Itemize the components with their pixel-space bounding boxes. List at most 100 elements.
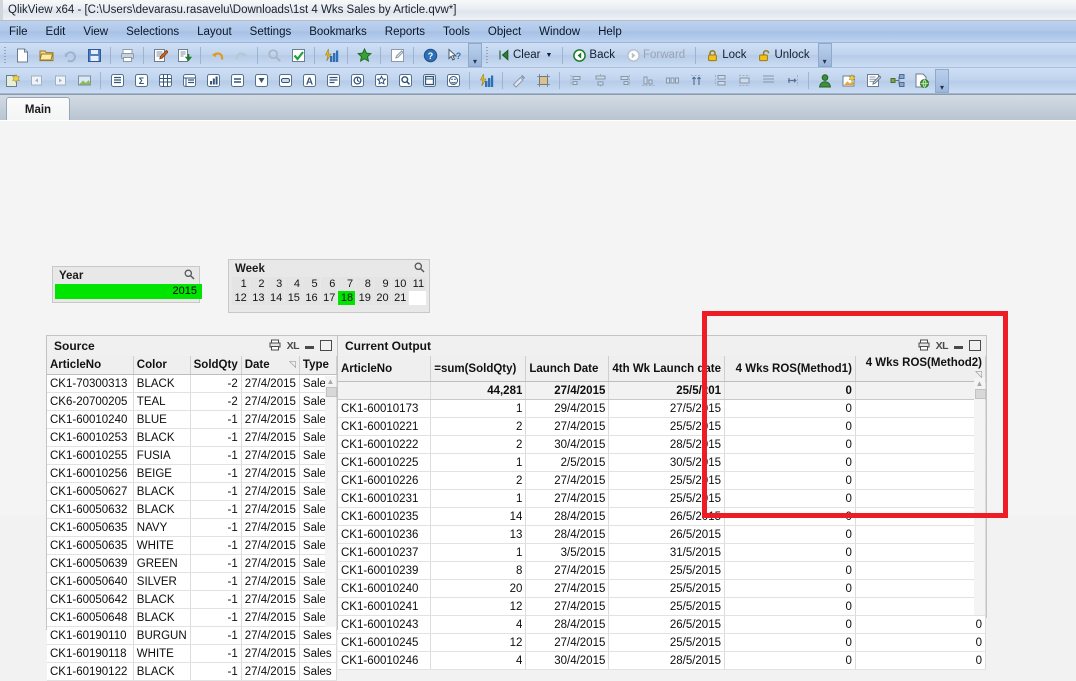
source-cell[interactable]: -1 xyxy=(190,573,241,591)
output-col-ros-method2[interactable]: 4 Wks ROS(Method2)◹ xyxy=(855,356,985,382)
output-cell[interactable]: 0 xyxy=(725,616,856,634)
output-cell[interactable]: 30/4/2015 xyxy=(526,436,609,454)
select-all-icon[interactable] xyxy=(287,44,309,66)
week-cell-10[interactable]: 10 xyxy=(392,277,409,291)
table-row[interactable]: CK1-60010243428/4/201526/5/201500 xyxy=(338,616,986,634)
output-cell[interactable]: CK1-60010246 xyxy=(338,652,431,670)
output-cell[interactable]: 0 xyxy=(855,652,985,670)
align-left-icon[interactable] xyxy=(565,70,587,92)
source-cell[interactable]: CK1-60050635 xyxy=(47,519,133,537)
table-row[interactable]: CK1-60010256BEIGE-127/4/2015Sales xyxy=(47,465,337,483)
output-cell[interactable]: CK1-60010243 xyxy=(338,616,431,634)
table-row[interactable]: CK1-60050642BLACK-127/4/2015Sales xyxy=(47,591,337,609)
week-cell-2[interactable]: 2 xyxy=(250,277,267,291)
week-cell-4[interactable]: 4 xyxy=(285,277,302,291)
output-cell[interactable]: 2 xyxy=(431,436,526,454)
menu-item-help[interactable]: Help xyxy=(589,24,631,40)
output-cell[interactable]: 29/4/2015 xyxy=(526,400,609,418)
output-cell[interactable]: 25/5/2015 xyxy=(609,598,725,616)
edit-module-icon[interactable] xyxy=(862,70,884,92)
space-top-icon[interactable] xyxy=(685,70,707,92)
output-cell[interactable]: 0 xyxy=(725,634,856,652)
source-cell[interactable]: WHITE xyxy=(133,645,190,663)
source-col-articleno[interactable]: ArticleNo xyxy=(47,356,133,375)
source-cell[interactable]: BLACK xyxy=(133,483,190,501)
week-cell-13[interactable]: 13 xyxy=(250,291,267,305)
week-cell-12[interactable]: 12 xyxy=(232,291,249,305)
week-cell-19[interactable]: 19 xyxy=(356,291,373,305)
output-cell[interactable]: 0 xyxy=(855,562,985,580)
source-cell[interactable]: -1 xyxy=(190,501,241,519)
menu-item-layout[interactable]: Layout xyxy=(188,24,241,40)
format-painter-icon[interactable] xyxy=(508,70,530,92)
output-cell[interactable]: 1 xyxy=(431,544,526,562)
output-vertical-scrollbar[interactable]: ▲ xyxy=(974,378,985,615)
table-row[interactable]: CK1-60010231127/4/201525/5/201500 xyxy=(338,490,986,508)
output-cell[interactable]: CK1-60010231 xyxy=(338,490,431,508)
output-cell[interactable]: CK1-60010240 xyxy=(338,580,431,598)
source-cell[interactable]: CK1-60050648 xyxy=(47,609,133,627)
table-row[interactable]: CK1-60050632BLACK-127/4/2015Sales xyxy=(47,501,337,519)
undo-icon[interactable] xyxy=(206,44,228,66)
publish-icon[interactable] xyxy=(886,70,908,92)
source-cell[interactable]: -1 xyxy=(190,555,241,573)
source-cell[interactable]: 27/4/2015 xyxy=(241,645,299,663)
output-cell[interactable]: 0 xyxy=(725,526,856,544)
minimize-icon[interactable] xyxy=(954,340,963,352)
table-row[interactable]: CK1-60050639GREEN-127/4/2015Sales xyxy=(47,555,337,573)
unlock-button[interactable]: Unlock xyxy=(752,43,815,67)
export-to-excel-icon[interactable]: XL xyxy=(936,341,948,352)
output-cell[interactable]: 0 xyxy=(725,418,856,436)
output-cell[interactable]: CK1-60010225 xyxy=(338,454,431,472)
web-publish-icon[interactable] xyxy=(910,70,932,92)
source-cell[interactable]: CK1-60010256 xyxy=(47,465,133,483)
output-col-ros-method1[interactable]: 4 Wks ROS(Method1) xyxy=(725,356,856,382)
export-icon[interactable] xyxy=(173,44,195,66)
source-cell[interactable]: BLACK xyxy=(133,429,190,447)
source-cell[interactable]: SILVER xyxy=(133,573,190,591)
source-cell[interactable]: BURGUN xyxy=(133,627,190,645)
output-cell[interactable]: 27/5/2015 xyxy=(609,400,725,418)
container-icon[interactable] xyxy=(418,70,440,92)
source-cell[interactable]: CK1-60050635 xyxy=(47,537,133,555)
align-bottom-icon[interactable] xyxy=(637,70,659,92)
output-cell[interactable]: 0 xyxy=(725,544,856,562)
output-cell[interactable]: 27/4/2015 xyxy=(526,472,609,490)
output-cell[interactable]: 0 xyxy=(725,400,856,418)
source-cell[interactable]: 27/4/2015 xyxy=(241,375,299,393)
week-listbox[interactable]: Week 1 2 3 4 5 6 7 8 9 10 11 xyxy=(228,259,430,313)
table-row[interactable]: CK1-60010173129/4/201527/5/201500 xyxy=(338,400,986,418)
table-row[interactable]: CK1-60010255FUSIA-127/4/2015Sales xyxy=(47,447,337,465)
space-vertical-icon[interactable] xyxy=(709,70,731,92)
output-cell[interactable]: 4 xyxy=(431,616,526,634)
table-row[interactable]: CK1-60010240BLUE-127/4/2015Sales xyxy=(47,411,337,429)
back-button[interactable]: Back xyxy=(567,43,621,67)
source-cell[interactable]: CK1-70300313 xyxy=(47,375,133,393)
output-cell[interactable]: 27/4/2015 xyxy=(526,418,609,436)
output-cell[interactable]: 25/5/2015 xyxy=(609,490,725,508)
output-cell[interactable]: 4 xyxy=(431,652,526,670)
table-row[interactable]: CK1-60050627BLACK-127/4/2015Sales xyxy=(47,483,337,501)
quick-chart-icon[interactable] xyxy=(475,70,497,92)
table-row[interactable]: CK1-60050635WHITE-127/4/2015Sales xyxy=(47,537,337,555)
resize-height-icon[interactable] xyxy=(757,70,779,92)
output-cell[interactable]: 0 xyxy=(855,616,985,634)
source-cell[interactable]: Sales xyxy=(299,645,336,663)
output-cell[interactable]: 0 xyxy=(725,580,856,598)
output-cell[interactable]: 25/5/2015 xyxy=(609,562,725,580)
table-row[interactable]: CK1-60050635NAVY-127/4/2015Sales xyxy=(47,519,337,537)
source-cell[interactable]: FUSIA xyxy=(133,447,190,465)
output-cell[interactable]: 30/5/2015 xyxy=(609,454,725,472)
print-icon[interactable] xyxy=(918,339,930,353)
new-icon[interactable] xyxy=(11,44,33,66)
menu-item-selections[interactable]: Selections xyxy=(117,24,188,40)
table-row[interactable]: CK1-70300313BLACK-227/4/2015Sales xyxy=(47,375,337,393)
output-cell[interactable]: 13 xyxy=(431,526,526,544)
output-cell[interactable]: 0 xyxy=(725,472,856,490)
output-cell[interactable]: 26/5/2015 xyxy=(609,616,725,634)
table-row[interactable]: CK1-60010253BLACK-127/4/2015Sales xyxy=(47,429,337,447)
align-right-icon[interactable] xyxy=(613,70,635,92)
table-row[interactable]: CK6-20700205TEAL-227/4/2015Sales xyxy=(47,393,337,411)
button-icon[interactable] xyxy=(274,70,296,92)
source-cell[interactable]: BLACK xyxy=(133,609,190,627)
